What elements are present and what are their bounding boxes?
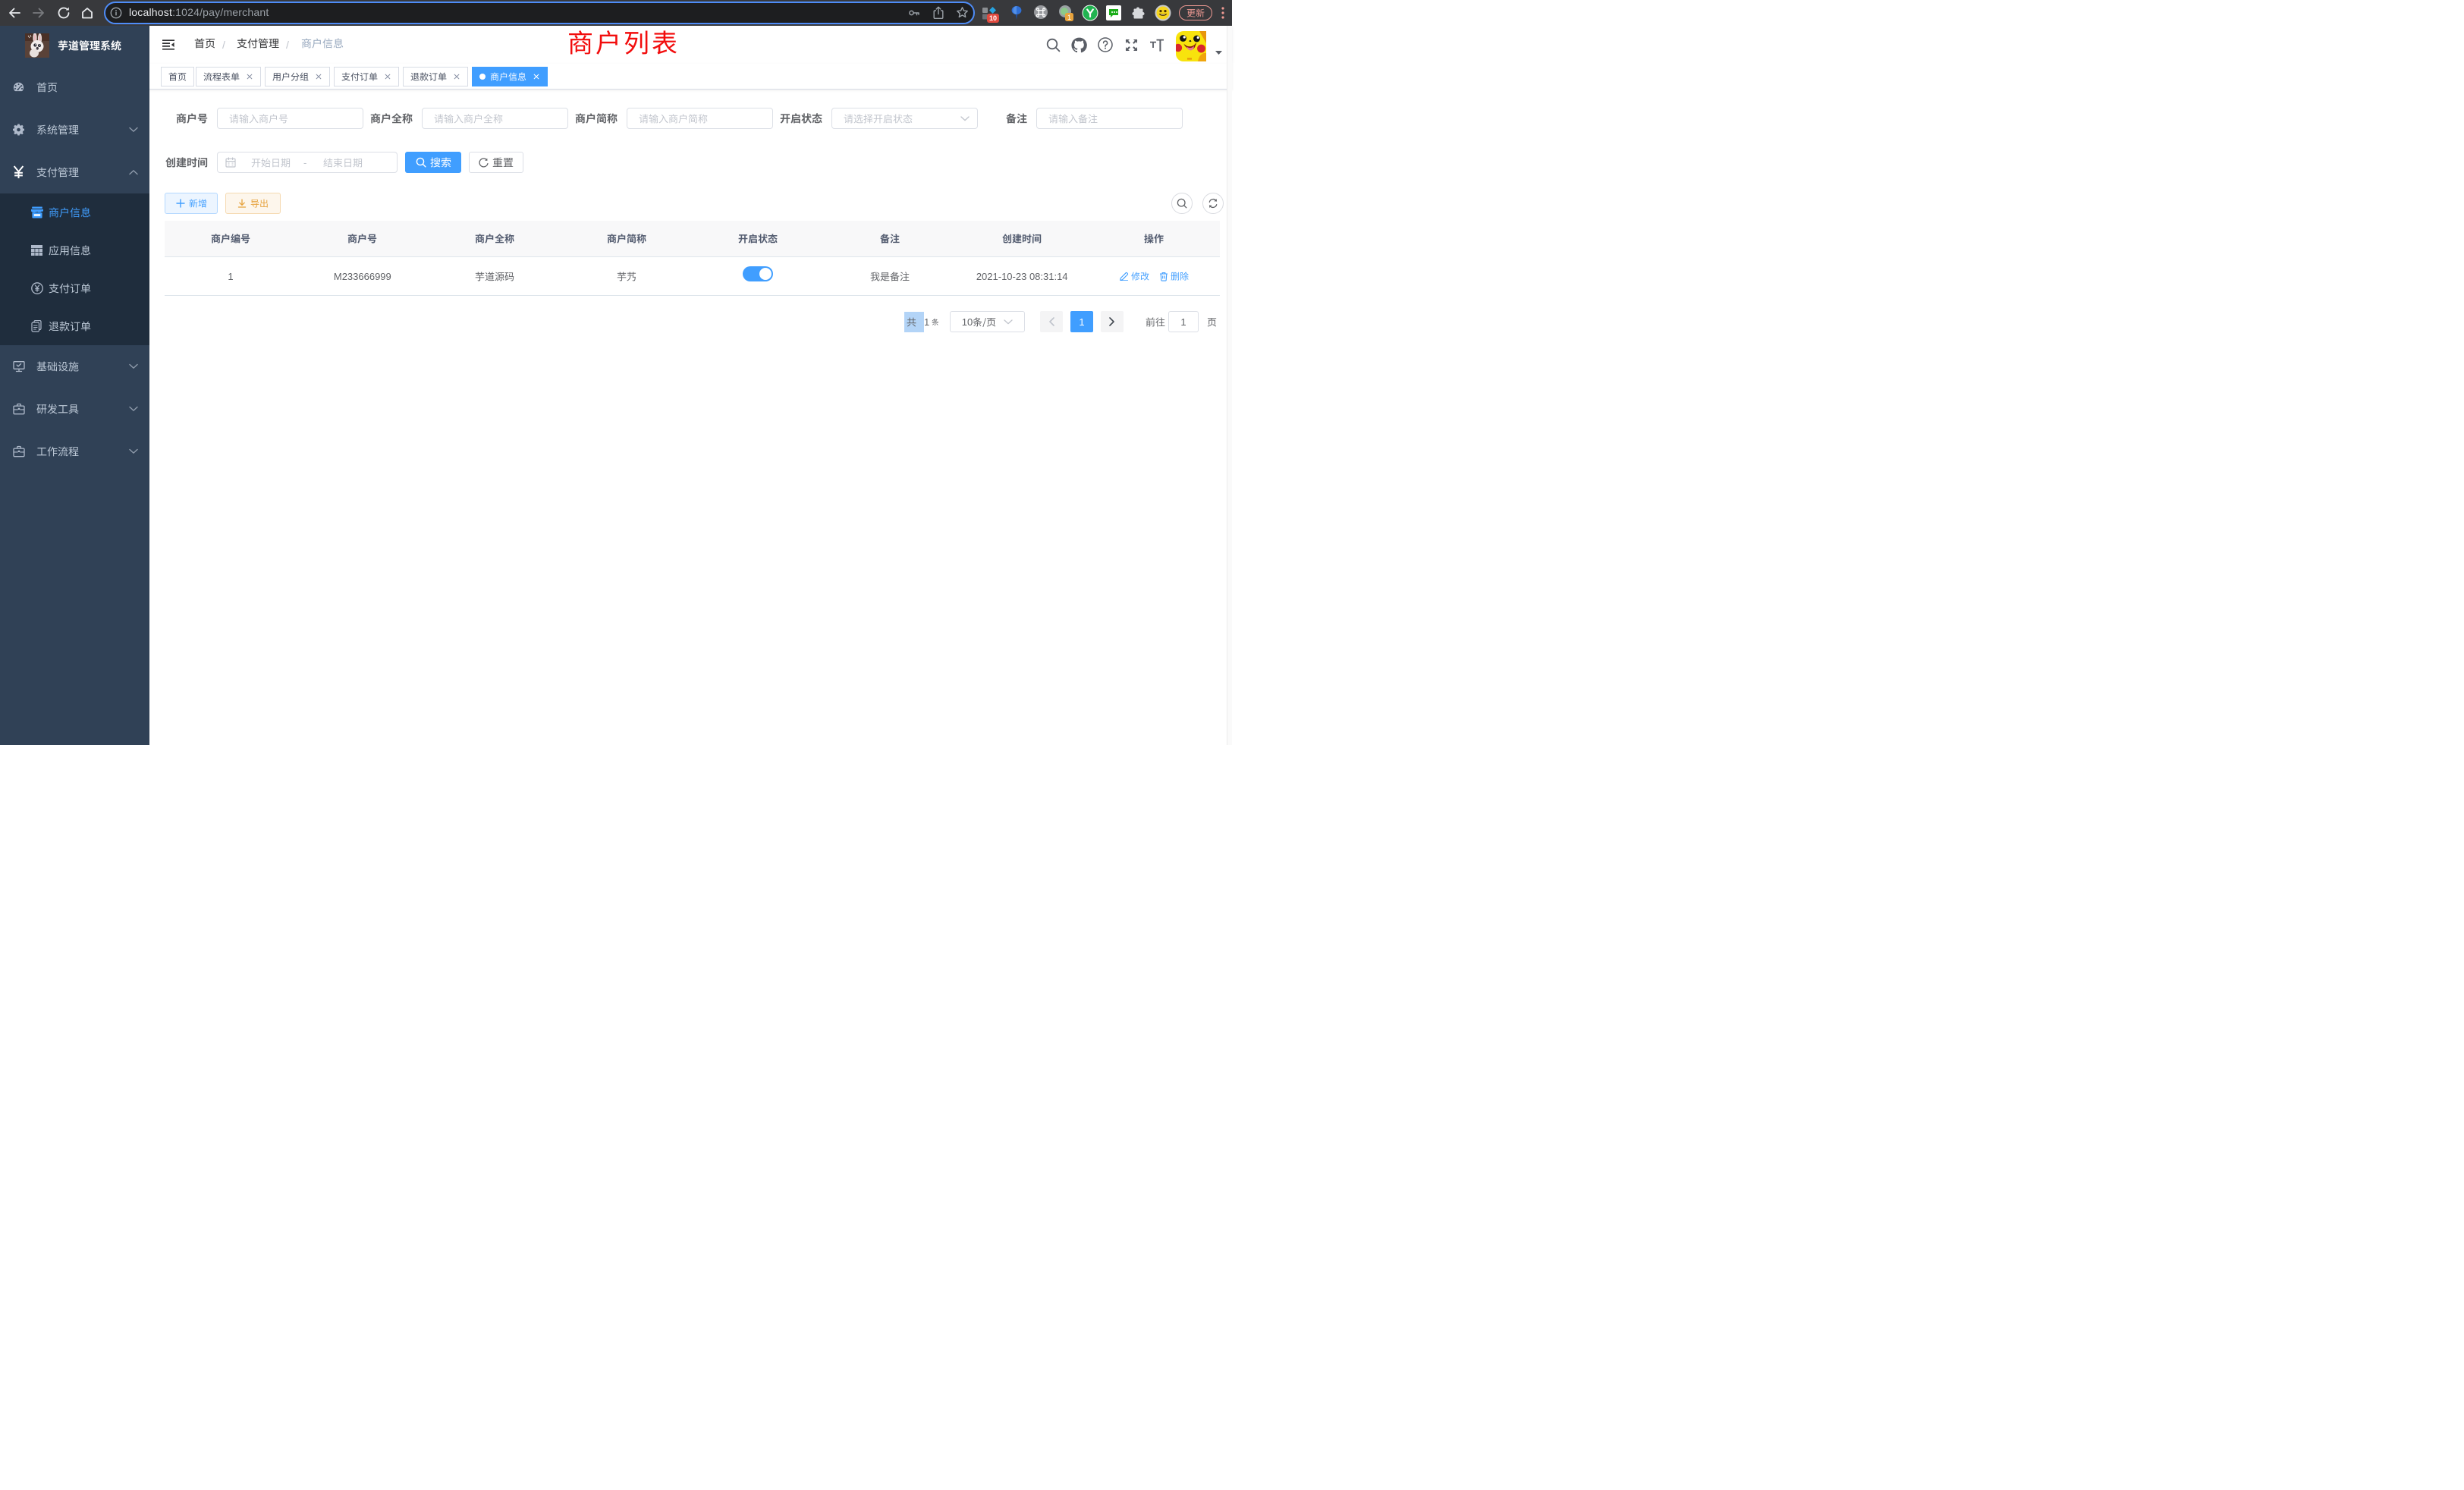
svg-text:1: 1: [1067, 14, 1071, 21]
